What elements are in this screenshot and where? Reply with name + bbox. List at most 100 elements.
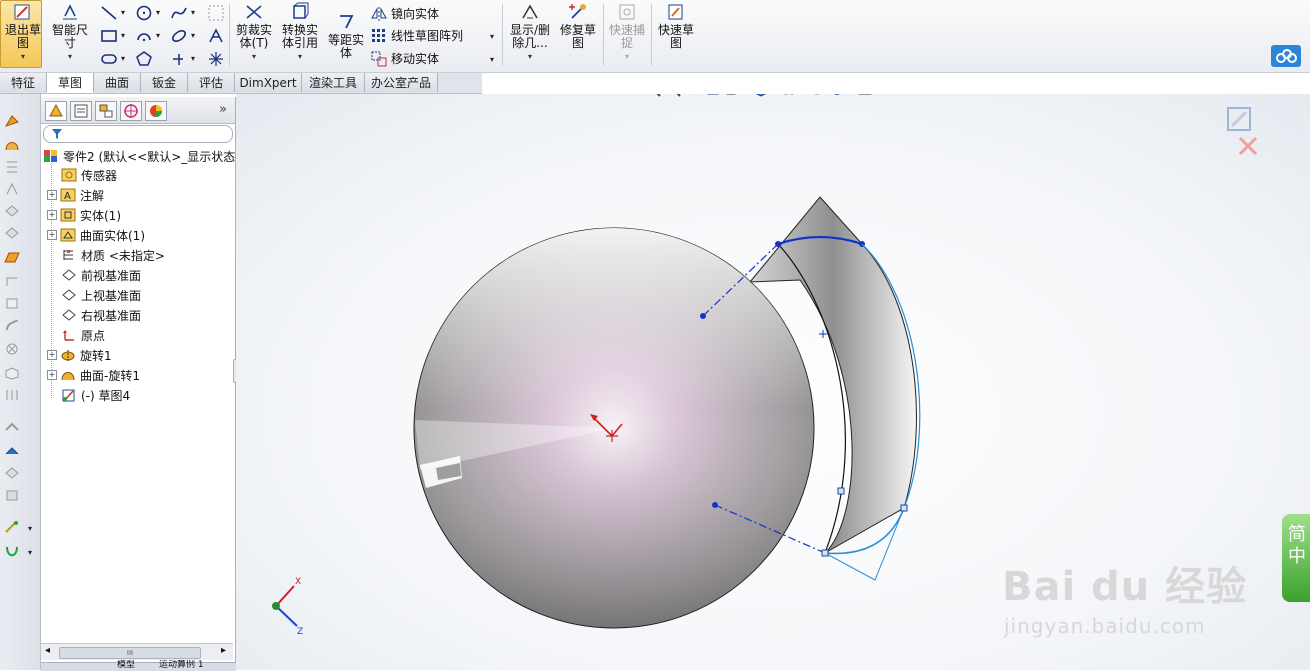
tab-dimxpert[interactable]: DimXpert bbox=[235, 73, 302, 92]
scroll-right-icon[interactable]: ▸ bbox=[221, 645, 226, 656]
expand-icon[interactable]: + bbox=[47, 210, 57, 220]
sketch-tools-icon[interactable] bbox=[4, 520, 20, 534]
filled-surface-icon[interactable] bbox=[4, 226, 20, 240]
tab-display-manager[interactable] bbox=[145, 101, 167, 121]
hide-show-items-icon[interactable] bbox=[781, 94, 797, 97]
extruded-surface-icon[interactable] bbox=[4, 114, 20, 128]
line-tool-icon[interactable] bbox=[100, 4, 118, 22]
tree-item-revolve1[interactable]: + 旋转1 bbox=[47, 346, 112, 364]
smart-dimension-button[interactable]: 智能尺 寸 ▾ bbox=[50, 2, 90, 63]
revolved-surface-icon[interactable] bbox=[4, 138, 20, 152]
tree-item-annotations[interactable]: + A 注解 bbox=[47, 186, 104, 204]
tree-item-material[interactable]: 材质 <未指定> bbox=[61, 246, 165, 264]
curves-icon[interactable] bbox=[4, 544, 20, 558]
arc-tool-icon[interactable] bbox=[135, 27, 153, 45]
tree-item-front-plane[interactable]: 前视基准面 bbox=[61, 266, 141, 284]
chevron-down-icon[interactable]: ▾ bbox=[121, 8, 125, 17]
tree-item-surface-revolve1[interactable]: + 曲面-旋转1 bbox=[47, 366, 140, 384]
tab-configuration-manager[interactable] bbox=[95, 101, 117, 121]
trim-entities-button[interactable]: 剪裁实 体(T) ▾ bbox=[233, 2, 275, 63]
chevron-down-icon[interactable]: ▾ bbox=[252, 50, 256, 63]
polygon-tool-icon[interactable] bbox=[135, 50, 153, 68]
quick-snaps-button[interactable]: 快速捕 捉 ▾ bbox=[606, 2, 648, 63]
horizontal-scrollbar[interactable]: ◂ III ▸ bbox=[41, 643, 233, 660]
circle-tool-icon[interactable] bbox=[135, 4, 153, 22]
sketch-point[interactable] bbox=[837, 487, 845, 495]
slot-tool-icon[interactable] bbox=[100, 50, 118, 68]
view-settings-icon[interactable] bbox=[857, 94, 873, 97]
chevron-down-icon[interactable]: ▾ bbox=[156, 8, 160, 17]
tab-model[interactable]: 模型 bbox=[117, 660, 135, 668]
expand-icon[interactable]: + bbox=[47, 370, 57, 380]
input-method-badge[interactable]: 简 中 bbox=[1282, 514, 1310, 602]
extend-surface-icon[interactable] bbox=[4, 318, 20, 332]
display-style-icon[interactable] bbox=[753, 94, 769, 97]
point-tool-icon[interactable] bbox=[170, 50, 188, 68]
tab-evaluate[interactable]: 评估 bbox=[188, 73, 235, 92]
apply-scene-icon[interactable] bbox=[829, 94, 845, 97]
chevron-down-icon[interactable]: ▾ bbox=[191, 8, 195, 17]
convert-entities-button[interactable]: 转换实 体引用 ▾ bbox=[279, 2, 321, 63]
lofted-surface-icon[interactable] bbox=[4, 182, 20, 196]
offset-entities-button[interactable]: 等距实 体 bbox=[325, 12, 367, 60]
tree-filter-input[interactable] bbox=[43, 125, 233, 143]
edit-appearance-icon[interactable] bbox=[809, 94, 825, 97]
offset-surface-icon[interactable] bbox=[4, 274, 20, 288]
mirror-entities-button[interactable]: 镜向实体 bbox=[371, 5, 439, 22]
graphics-area[interactable]: X Z ▾ ▾ ▾ ▾ ▾ ✕ Bai du 经验 jingyan.bai bbox=[236, 94, 1310, 670]
expand-icon[interactable]: + bbox=[47, 350, 57, 360]
tree-item-sketch4[interactable]: (-) 草图4 bbox=[61, 386, 130, 404]
cancel-sketch-icon[interactable] bbox=[1238, 136, 1258, 156]
expand-icon[interactable]: + bbox=[47, 230, 57, 240]
tab-property-manager[interactable] bbox=[70, 101, 92, 121]
chevron-down-icon[interactable]: ▾ bbox=[28, 548, 32, 557]
replace-face-icon[interactable] bbox=[4, 488, 20, 502]
sketch-point[interactable] bbox=[900, 504, 908, 512]
cloud-button[interactable] bbox=[1271, 45, 1301, 67]
text-tool-icon[interactable] bbox=[207, 27, 225, 45]
section-view-icon[interactable] bbox=[705, 94, 721, 97]
sketch-point[interactable] bbox=[821, 549, 829, 557]
scroll-left-icon[interactable]: ◂ bbox=[45, 645, 50, 656]
tab-motion-study[interactable]: 运动算例 1 bbox=[159, 660, 204, 668]
chevron-down-icon[interactable]: ▾ bbox=[528, 50, 532, 63]
tab-office-products[interactable]: 办公室产品 bbox=[365, 73, 438, 92]
tree-item-right-plane[interactable]: 右视基准面 bbox=[61, 306, 141, 324]
tree-item-top-plane[interactable]: 上视基准面 bbox=[61, 286, 141, 304]
chevron-down-icon[interactable]: ▾ bbox=[625, 50, 629, 63]
construction-tool-icon[interactable] bbox=[207, 50, 225, 68]
swept-surface-icon[interactable] bbox=[4, 160, 20, 174]
chevron-down-icon[interactable]: ▾ bbox=[191, 54, 195, 63]
tab-feature-manager[interactable] bbox=[45, 101, 67, 121]
chevron-down-icon[interactable]: ▾ bbox=[191, 31, 195, 40]
chevron-down-icon[interactable]: ▾ bbox=[21, 50, 25, 63]
ruled-surface-icon[interactable] bbox=[4, 296, 20, 310]
scroll-thumb[interactable]: III bbox=[59, 647, 201, 659]
cut-with-surface-icon[interactable] bbox=[4, 466, 20, 480]
repair-sketch-button[interactable]: 修复草 图 bbox=[557, 2, 599, 50]
zoom-to-fit-icon[interactable] bbox=[645, 94, 661, 97]
rectangle-tool-icon[interactable] bbox=[100, 27, 118, 45]
chevron-down-icon[interactable]: ▾ bbox=[490, 32, 494, 41]
chevron-down-icon[interactable]: ▾ bbox=[28, 524, 32, 533]
tab-surfaces[interactable]: 曲面 bbox=[94, 73, 141, 92]
linear-pattern-button[interactable]: 线性草图阵列 bbox=[371, 27, 463, 44]
tab-sheet-metal[interactable]: 钣金 bbox=[141, 73, 188, 92]
view-orientation-icon[interactable] bbox=[725, 94, 741, 97]
tab-dimxpert-manager[interactable] bbox=[120, 101, 142, 121]
exit-sketch-button-content[interactable]: 退出草 图 ▾ bbox=[4, 2, 42, 63]
ellipse-tool-icon[interactable] bbox=[170, 27, 188, 45]
chevron-down-icon[interactable]: ▾ bbox=[298, 50, 302, 63]
tree-item-origin[interactable]: 原点 bbox=[61, 326, 105, 344]
zoom-to-area-icon[interactable] bbox=[665, 94, 681, 97]
display-delete-relations-button[interactable]: 显示/删 除几... ▾ bbox=[506, 2, 554, 63]
tree-item-sensors[interactable]: 传感器 bbox=[61, 166, 117, 184]
tab-sketch[interactable]: 草图 bbox=[47, 73, 94, 93]
chevron-down-icon[interactable]: ▾ bbox=[121, 31, 125, 40]
untrim-surface-icon[interactable] bbox=[4, 366, 20, 380]
knit-surface-icon[interactable] bbox=[4, 388, 20, 402]
trim-surface-icon[interactable] bbox=[4, 342, 20, 356]
tree-item-surface-bodies[interactable]: + 曲面实体(1) bbox=[47, 226, 145, 244]
tab-features[interactable]: 特征 bbox=[0, 73, 47, 92]
tab-render-tools[interactable]: 渲染工具 bbox=[302, 73, 365, 92]
